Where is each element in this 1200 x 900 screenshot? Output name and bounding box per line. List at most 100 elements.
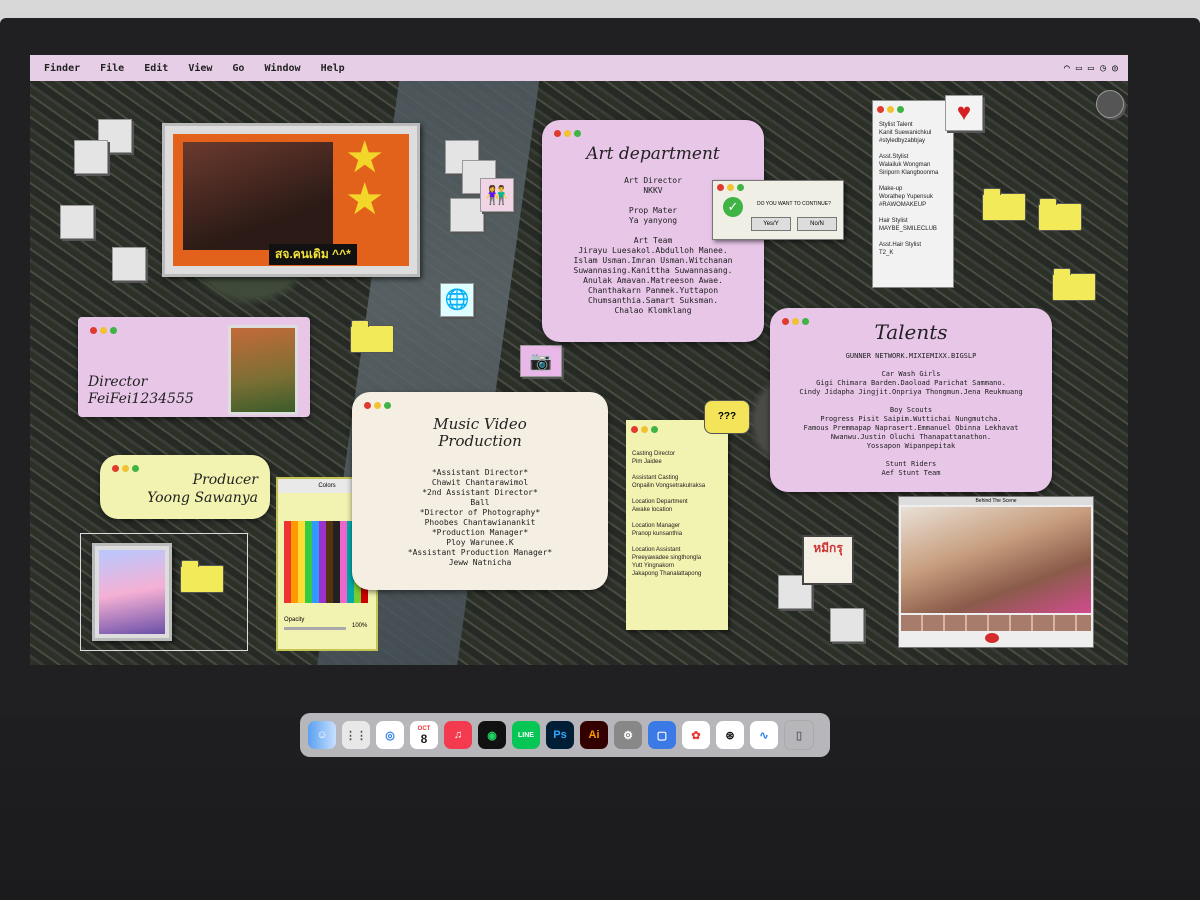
blank-file-icon[interactable]	[112, 247, 146, 281]
credit-line: Cindy Jidapha Jingjit.Onpriya Thongmun.J…	[799, 388, 1023, 396]
settings-gear-icon[interactable]	[1096, 90, 1124, 118]
credit-line: *Assistant Director*	[431, 468, 529, 477]
close-button[interactable]	[877, 106, 884, 113]
window-controls	[90, 327, 117, 334]
minimize-button[interactable]	[727, 184, 734, 191]
zoom-button[interactable]	[651, 426, 658, 433]
zoom-button[interactable]	[574, 130, 581, 137]
credit-line: Suwannasing.Kanittha Suwannasang.	[573, 266, 733, 275]
bts-thumbnail-strip[interactable]	[901, 615, 1091, 631]
menu-finder[interactable]: Finder	[44, 63, 80, 74]
credit-line: Location Assistant	[632, 547, 681, 553]
line-icon[interactable]: LINE	[512, 721, 540, 749]
illustrator-icon[interactable]: Ai	[580, 721, 608, 749]
minimize-button[interactable]	[887, 106, 894, 113]
producer-name: Yoong Sawanya	[147, 490, 258, 506]
stylist-note[interactable]: Stylist Talent Kanit Suewanichkul #style…	[872, 100, 954, 288]
close-button[interactable]	[112, 465, 119, 472]
close-button[interactable]	[90, 327, 97, 334]
no-button[interactable]: No/N	[797, 217, 837, 231]
credit-line: Yossapon Wipanpepitak	[866, 442, 956, 450]
menu-bar: Finder File Edit View Go Window Help ◠ ▭…	[30, 55, 1128, 81]
behind-the-scene-window[interactable]: Behind The Scene	[898, 496, 1094, 648]
talents-window[interactable]: Talents GUNNER NETWORK.MIXIEMIXX.BIGSLP …	[770, 308, 1052, 492]
calendar-icon[interactable]: OCT 8	[410, 721, 438, 749]
credit-line: Kanit Suewanichkul	[879, 130, 932, 136]
folder-icon[interactable]	[982, 188, 1026, 221]
minimize-button[interactable]	[100, 327, 107, 334]
menu-edit[interactable]: Edit	[144, 63, 168, 74]
photos-icon[interactable]: ✿	[682, 721, 710, 749]
credit-line: #RAWOMAKEUP	[879, 202, 927, 208]
launchpad-icon[interactable]: ⋮⋮	[342, 721, 370, 749]
menu-go[interactable]: Go	[232, 63, 244, 74]
car-wash-photo[interactable]	[92, 543, 172, 641]
continue-dialog[interactable]: ✓ DO YOU WANT TO CONTINUE? Yes/Y No/N	[712, 180, 844, 240]
blank-file-icon[interactable]	[450, 198, 484, 232]
window-controls	[364, 402, 391, 409]
credit-line: Onpailin Vongsetrakulraksa	[632, 483, 706, 489]
airplay-icon[interactable]: ▭	[1076, 63, 1082, 74]
yes-button[interactable]: Yes/Y	[751, 217, 791, 231]
minimize-button[interactable]	[641, 426, 648, 433]
people-icon[interactable]: 👫	[480, 178, 514, 212]
wifi-icon[interactable]: ◠	[1064, 63, 1070, 74]
opacity-slider[interactable]	[284, 627, 346, 630]
clock-icon[interactable]: ◷	[1100, 63, 1106, 74]
folder-icon[interactable]	[1052, 268, 1096, 301]
minimize-button[interactable]	[122, 465, 129, 472]
record-button[interactable]	[985, 633, 999, 643]
director-window[interactable]: Director FeiFei1234555	[78, 317, 310, 417]
speech-bubble-icon[interactable]: ???	[704, 400, 750, 434]
minimize-button[interactable]	[374, 402, 381, 409]
finder-icon[interactable]: ☺	[308, 721, 336, 749]
system-settings-icon[interactable]: ⚙	[614, 721, 642, 749]
trash-icon[interactable]: ▯	[784, 720, 814, 750]
zoom-button[interactable]	[110, 327, 117, 334]
menu-window[interactable]: Window	[264, 63, 300, 74]
credit-line: Chanthakarn Panmek.Yuttapon	[587, 286, 719, 295]
zoom-button[interactable]	[897, 106, 904, 113]
music-icon[interactable]: ♫	[444, 721, 472, 749]
blank-file-icon[interactable]	[60, 205, 94, 239]
minimize-button[interactable]	[564, 130, 571, 137]
producer-window[interactable]: Producer Yoong Sawanya	[100, 455, 270, 519]
music-video-credits: *Assistant Director* Chawit Chantarawimo…	[356, 468, 604, 568]
credit-line: Asst.Hair Stylist	[879, 242, 922, 248]
blank-file-icon[interactable]	[74, 140, 108, 174]
close-button[interactable]	[717, 184, 724, 191]
casting-note[interactable]: Casting Director Pim Jaidee Assistant Ca…	[626, 420, 728, 630]
globe-icon[interactable]: 🌐	[440, 283, 474, 317]
close-button[interactable]	[364, 402, 371, 409]
folder-icon[interactable]	[350, 320, 394, 353]
menu-help[interactable]: Help	[321, 63, 345, 74]
credit-line: *Production Manager*	[431, 528, 529, 537]
credit-line: Aef Stunt Team	[881, 469, 941, 477]
freeform-icon[interactable]: ∿	[750, 721, 778, 749]
photoshop-icon[interactable]: Ps	[546, 721, 574, 749]
battery-icon[interactable]: ▭	[1088, 63, 1094, 74]
thai-sticker[interactable]: หมีกรุ	[802, 535, 854, 585]
window-controls	[877, 106, 904, 113]
camera-icon[interactable]: 📷	[520, 345, 562, 377]
close-button[interactable]	[554, 130, 561, 137]
zoom-button[interactable]	[737, 184, 744, 191]
close-button[interactable]	[631, 426, 638, 433]
menu-file[interactable]: File	[100, 63, 124, 74]
menu-view[interactable]: View	[188, 63, 212, 74]
zoom-button[interactable]	[132, 465, 139, 472]
credit-line: Preeyawadee singthongla	[632, 555, 702, 561]
control-center-icon[interactable]: ◎	[1112, 63, 1118, 74]
folder-icon[interactable]	[1038, 198, 1082, 231]
preview-icon[interactable]: ▢	[648, 721, 676, 749]
blank-file-icon[interactable]	[830, 608, 864, 642]
chatgpt-icon[interactable]: ⊛	[716, 721, 744, 749]
music-video-window[interactable]: Music Video Production *Assistant Direct…	[352, 392, 608, 590]
safari-icon[interactable]: ◎	[376, 721, 404, 749]
spotify-icon[interactable]: ◉	[478, 721, 506, 749]
window-controls	[112, 465, 139, 472]
credit-line: #styledbyzabbjay	[879, 138, 926, 144]
zoom-button[interactable]	[384, 402, 391, 409]
heart-icon[interactable]: ♥	[945, 95, 983, 131]
